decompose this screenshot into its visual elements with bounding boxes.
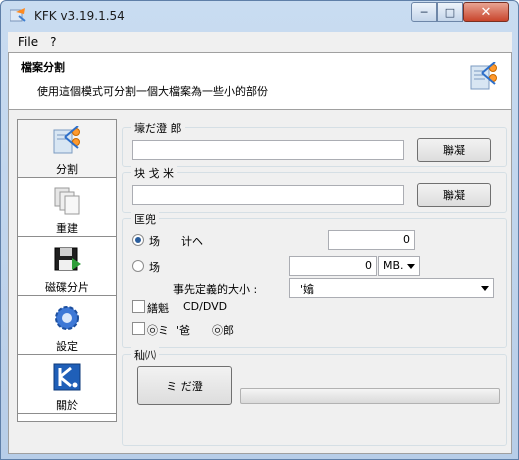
split-by-size-radio[interactable] bbox=[132, 260, 144, 272]
sidebar-item-about[interactable]: 關於 bbox=[18, 356, 116, 414]
chevron-down-icon bbox=[481, 286, 489, 291]
sidebar-item-label: 關於 bbox=[56, 399, 78, 412]
delete-source-mid: '爸 bbox=[176, 324, 191, 337]
menu-bar: File ? bbox=[8, 32, 512, 52]
sidebar-item-label: 磁碟分片 bbox=[45, 281, 89, 294]
chevron-down-icon bbox=[407, 264, 415, 269]
client-area: 檔案分割 使用這個模式可分割一個大檔案為一些小的部份 分割 重建 磁碟分片 設定… bbox=[8, 52, 512, 454]
split-by-count-label: 场 bbox=[149, 235, 160, 248]
target-browse-button[interactable]: 聯凝 bbox=[417, 183, 491, 207]
sidebar-item-floppy[interactable]: 磁碟分片 bbox=[18, 238, 116, 296]
title-bar[interactable]: KFK v3.19.1.54 ─ □ ✕ bbox=[1, 1, 518, 31]
about-icon bbox=[53, 363, 81, 391]
unit-select-value: MB. bbox=[383, 259, 404, 272]
part-size-input[interactable]: 0 bbox=[289, 256, 377, 276]
target-folder-label: 块 戈 米 bbox=[131, 165, 177, 181]
menu-help[interactable]: ? bbox=[50, 35, 56, 49]
menu-file[interactable]: File bbox=[18, 35, 38, 49]
source-browse-button[interactable]: 聯凝 bbox=[417, 138, 491, 162]
predefined-size-label: 事先定義的大小 : bbox=[173, 283, 258, 296]
target-folder-input[interactable] bbox=[132, 185, 404, 205]
main-panel: 壕だ澄 郎 聯凝 块 戈 米 聯凝 匡兜 场 计ヘ 0 场 0 MB. 事先定義… bbox=[122, 119, 507, 448]
gear-icon bbox=[55, 306, 79, 330]
start-split-button[interactable]: ミ だ澄 bbox=[137, 366, 232, 405]
cd-dvd-suffix: CD/DVD bbox=[183, 300, 228, 313]
delete-source-suffix: ㉧郎 bbox=[212, 324, 234, 337]
close-button[interactable]: ✕ bbox=[463, 2, 509, 22]
split-icon bbox=[53, 126, 80, 154]
page-description: 使用這個模式可分割一個大檔案為一些小的部份 bbox=[37, 85, 268, 98]
minimize-icon: ─ bbox=[420, 5, 428, 19]
maximize-icon: □ bbox=[444, 5, 456, 19]
predefined-size-select[interactable]: '嬆 bbox=[289, 278, 494, 298]
options-group: 匡兜 场 计ヘ 0 场 0 MB. 事先定義的大小 : '嬆 繕魁 CD/DVD… bbox=[122, 211, 507, 348]
sidebar-item-split[interactable]: 分割 bbox=[18, 120, 116, 178]
sidebar-item-rebuild[interactable]: 重建 bbox=[18, 179, 116, 237]
unit-select[interactable]: MB. bbox=[378, 256, 420, 276]
rebuild-icon bbox=[54, 187, 80, 215]
delete-source-prefix: ㉧ミ bbox=[147, 324, 169, 337]
part-count-input[interactable]: 0 bbox=[328, 230, 415, 250]
split-by-count-radio[interactable] bbox=[132, 234, 144, 246]
predefined-size-value: '嬆 bbox=[300, 283, 315, 296]
sidebar-item-label: 分割 bbox=[56, 163, 78, 176]
delete-source-checkbox[interactable] bbox=[132, 322, 145, 335]
app-window: KFK v3.19.1.54 ─ □ ✕ File ? 檔案分割 使用這個模式可… bbox=[0, 0, 519, 460]
split-by-count-suffix: 计ヘ bbox=[181, 235, 203, 248]
header-panel: 檔案分割 使用這個模式可分割一個大檔案為一些小的部份 bbox=[9, 53, 511, 110]
sidebar-item-settings[interactable]: 設定 bbox=[18, 297, 116, 355]
minimize-button[interactable]: ─ bbox=[411, 2, 437, 22]
sidebar-item-label: 設定 bbox=[56, 340, 78, 353]
maximize-button[interactable]: □ bbox=[437, 2, 463, 22]
split-by-size-label: 场 bbox=[149, 261, 160, 274]
progress-bar bbox=[240, 388, 500, 404]
page-title: 檔案分割 bbox=[21, 61, 65, 74]
close-icon: ✕ bbox=[480, 4, 492, 20]
floppy-icon bbox=[54, 247, 81, 271]
progress-group: 秈㈧ ミ だ澄 bbox=[122, 347, 507, 446]
cd-dvd-checkbox[interactable] bbox=[132, 300, 145, 313]
window-title: KFK v3.19.1.54 bbox=[34, 9, 125, 23]
cd-dvd-label: 繕魁 bbox=[147, 302, 169, 315]
source-file-label: 壕だ澄 郎 bbox=[131, 120, 185, 136]
options-label: 匡兜 bbox=[131, 211, 159, 227]
split-icon bbox=[470, 62, 497, 90]
source-file-group: 壕だ澄 郎 聯凝 bbox=[122, 120, 507, 167]
progress-label: 秈㈧ bbox=[131, 347, 159, 363]
source-file-input[interactable] bbox=[132, 140, 404, 160]
sidebar-item-label: 重建 bbox=[56, 222, 78, 235]
app-icon bbox=[10, 8, 26, 22]
sidebar: 分割 重建 磁碟分片 設定 關於 bbox=[17, 119, 117, 422]
target-folder-group: 块 戈 米 聯凝 bbox=[122, 165, 507, 213]
